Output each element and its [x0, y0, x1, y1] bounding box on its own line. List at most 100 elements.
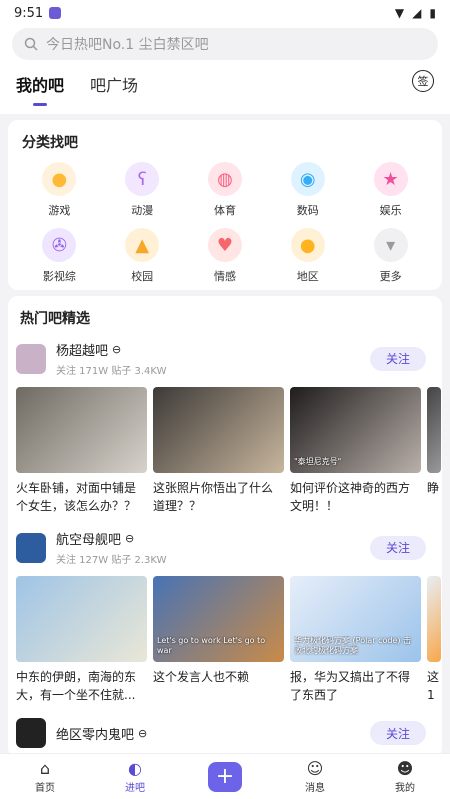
follow-button[interactable]: 关注	[370, 346, 426, 371]
location-pin-icon: ●	[290, 228, 325, 262]
film-icon: ✇	[42, 228, 77, 262]
post-card[interactable]: Let's go to work Let's go to war 这个发言人也不赖	[153, 576, 284, 704]
film-icon-glyph: ✇	[51, 234, 67, 256]
post-card[interactable]: 睁	[427, 387, 441, 515]
post-card[interactable]: 这张照片你悟出了什么道理？？	[153, 387, 284, 515]
bar-group: 航空母舰吧 ⊖ 关注 127W 贴子 2.3KW 关注中东的伊朗，南海的东大，有一个坐…	[16, 529, 442, 704]
follow-button[interactable]: 关注	[370, 721, 426, 745]
post-thumbnail[interactable]: "泰坦尼克号"	[290, 387, 421, 473]
category-title: 分类找吧	[22, 135, 78, 151]
bear-icon-glyph: ʕ	[137, 168, 147, 190]
post-thumbnail[interactable]	[16, 387, 147, 473]
bar-group: 杨超越吧 ⊖ 关注 171W 贴子 3.4KW 关注火车卧铺，对面中铺是个女生，该怎么…	[16, 340, 442, 515]
category-item[interactable]: ★ 娱乐	[349, 162, 432, 218]
post-title: 如何评价这神奇的西方文明！！	[290, 481, 411, 513]
category-item[interactable]: ● 游戏	[18, 162, 101, 218]
bar-header[interactable]: 航空母舰吧 ⊖ 关注 127W 贴子 2.3KW 关注	[16, 529, 442, 566]
post-thumbnail[interactable]	[16, 576, 147, 662]
location-pin-icon-glyph: ●	[299, 234, 316, 256]
status-bar: 9:51 ▼ ◢ ▮	[0, 0, 450, 26]
category-item[interactable]: ◉ 数码	[266, 162, 349, 218]
tab-bar: 我的吧 吧广场 签	[12, 60, 438, 106]
post-card[interactable]: 华为极化码方案 (Polar code) 击败北约极化码方案 报，华为又搞出了不得…	[290, 576, 421, 704]
nav-plus[interactable]: +	[195, 761, 255, 792]
category-label: 影视综	[42, 270, 76, 283]
bar-header[interactable]: 绝区零内鬼吧 ⊖ 关注	[16, 718, 442, 748]
bar-stats: 关注 127W 贴子 2.3KW	[56, 555, 167, 566]
bar-avatar[interactable]	[16, 532, 46, 563]
post-title: 中东的伊朗，南海的东大，有一个坐不住就...	[16, 670, 137, 702]
bar-name[interactable]: 杨超越吧 ⊖	[56, 340, 370, 359]
category-item[interactable]: ▲ 校园	[101, 228, 184, 284]
bar-name-text: 杨超越吧	[56, 344, 109, 359]
post-title: 火车卧铺，对面中铺是个女生，该怎么办？？	[16, 481, 137, 513]
nav-bar[interactable]: ◐ 进吧	[105, 759, 165, 794]
category-label: 体育	[213, 204, 236, 217]
category-item[interactable]: ʕ 动漫	[101, 162, 184, 218]
category-card: 分类找吧 ● 游戏 ʕ 动漫 ◍ 体育 ◉ 数码 ★ 娱乐 ✇ 影视综 ▲ 校园 ♥ 情感 ● 地区 ▾ 更多	[8, 120, 442, 290]
nav-profile[interactable]: ☻ 我的	[375, 759, 435, 794]
bar-avatar[interactable]	[16, 343, 46, 374]
thumbnail-caption: "泰坦尼克号"	[294, 457, 342, 466]
graduation-cap-icon: ▲	[125, 228, 160, 262]
follow-button[interactable]: 关注	[370, 535, 426, 560]
post-list: 火车卧铺，对面中铺是个女生，该怎么办？？ 这张照片你悟出了什么道理？？ "泰坦尼克号…	[16, 387, 442, 515]
hot-bars-card: 热门吧精选 杨超越吧 ⊖ 关注 171W 贴子 3.4KW 关注 火车卧铺，对面中铺是个…	[8, 296, 442, 758]
category-item[interactable]: ✇ 影视综	[18, 228, 101, 284]
bear-icon: ʕ	[125, 162, 160, 196]
level-badge-icon: ⊖	[112, 343, 122, 356]
bar-info: 杨超越吧 ⊖ 关注 171W 贴子 3.4KW	[56, 340, 370, 377]
bar-name[interactable]: 绝区零内鬼吧 ⊖	[56, 724, 370, 743]
category-grid: ● 游戏 ʕ 动漫 ◍ 体育 ◉ 数码 ★ 娱乐 ✇ 影视综 ▲ 校园 ♥ 情感 ● 地区 ▾ 更多	[18, 162, 432, 284]
battery-icon: ▮	[429, 6, 436, 20]
nav-message[interactable]: ☺ 消息	[285, 759, 345, 794]
category-item[interactable]: ♥ 情感	[184, 228, 267, 284]
heart-icon: ♥	[207, 228, 242, 262]
post-title: 睁	[427, 481, 440, 495]
gamepad-icon-glyph: ●	[51, 168, 68, 190]
bar-header[interactable]: 杨超越吧 ⊖ 关注 171W 贴子 3.4KW 关注	[16, 340, 442, 377]
signal-icon: ◢	[412, 6, 422, 20]
bar-avatar[interactable]	[16, 718, 46, 748]
nav-label: 进吧	[125, 783, 145, 794]
category-item[interactable]: ◍ 体育	[184, 162, 267, 218]
search-input[interactable]: 今日热吧No.1 尘白禁区吧	[12, 28, 438, 60]
post-thumbnail[interactable]: 华为极化码方案 (Polar code) 击败北约极化码方案	[290, 576, 421, 662]
ball-icon: ◍	[207, 162, 242, 196]
thumbnail-caption: 华为极化码方案 (Polar code) 击败北约极化码方案	[294, 636, 412, 655]
search-placeholder: 今日热吧No.1 尘白禁区吧	[46, 37, 209, 53]
level-badge-icon: ⊖	[138, 726, 148, 740]
bar-name[interactable]: 航空母舰吧 ⊖	[56, 529, 370, 548]
nav-home[interactable]: ⌂ 首页	[15, 759, 75, 794]
post-thumbnail[interactable]: Let's go to work Let's go to war	[153, 576, 284, 662]
sign-in-button[interactable]: 签	[412, 70, 434, 92]
thumbnail-caption: Let's go to work Let's go to war	[157, 636, 266, 655]
post-title: 这1	[427, 670, 440, 702]
post-card[interactable]: 火车卧铺，对面中铺是个女生，该怎么办？？	[16, 387, 147, 515]
tab-bar-square[interactable]: 吧广场	[90, 72, 138, 106]
heart-icon-glyph: ♥	[216, 234, 234, 256]
graduation-cap-icon-glyph: ▲	[135, 234, 150, 256]
post-title: 这张照片你悟出了什么道理？？	[153, 481, 274, 513]
plus-icon[interactable]: +	[208, 761, 242, 792]
tab-my-bars[interactable]: 我的吧	[16, 72, 64, 106]
post-card[interactable]: 这1	[427, 576, 441, 704]
wifi-icon: ▼	[394, 6, 405, 20]
category-item[interactable]: ▾ 更多	[349, 228, 432, 284]
category-label: 地区	[296, 270, 319, 283]
category-label: 情感	[213, 270, 236, 283]
category-item[interactable]: ● 地区	[266, 228, 349, 284]
post-thumbnail[interactable]	[427, 576, 441, 662]
bar-info: 航空母舰吧 ⊖ 关注 127W 贴子 2.3KW	[56, 529, 370, 566]
post-thumbnail[interactable]	[153, 387, 284, 473]
star-icon: ★	[373, 162, 408, 196]
app-notification-icon	[49, 7, 62, 19]
camera-icon: ◉	[290, 162, 325, 196]
post-thumbnail[interactable]	[427, 387, 441, 473]
post-card[interactable]: 中东的伊朗，南海的东大，有一个坐不住就...	[16, 576, 147, 704]
post-card[interactable]: "泰坦尼克号" 如何评价这神奇的西方文明！！	[290, 387, 421, 515]
chevron-down-icon-glyph: ▾	[386, 234, 396, 256]
home-icon: ⌂	[39, 759, 51, 778]
bottom-navigation: ⌂ 首页 ◐ 进吧 + ☺ 消息 ☻ 我的	[0, 753, 450, 799]
bar-info: 绝区零内鬼吧 ⊖	[56, 724, 370, 743]
